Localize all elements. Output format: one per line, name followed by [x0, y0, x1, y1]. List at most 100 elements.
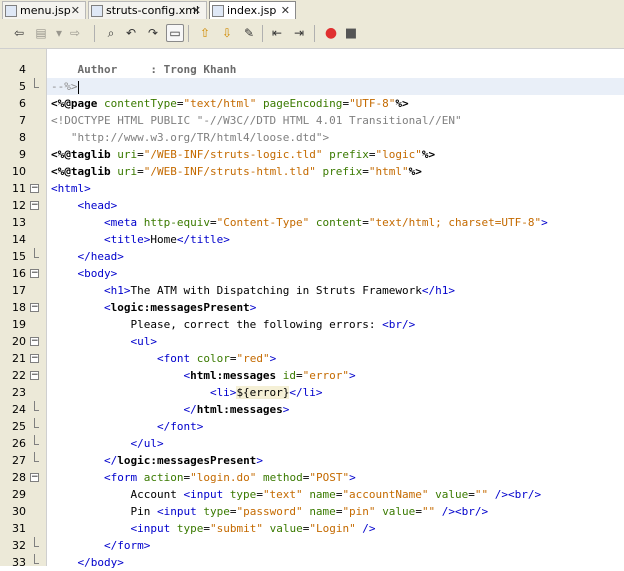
- code-line[interactable]: <%@page contentType="text/html" pageEnco…: [47, 95, 624, 112]
- previous-bookmark-icon[interactable]: ⇤: [268, 24, 286, 42]
- back-icon[interactable]: ⇦: [10, 24, 28, 42]
- fold-toggle-icon[interactable]: −: [30, 184, 39, 193]
- find-next-icon[interactable]: ↷: [144, 24, 162, 42]
- code-token: <%@page: [51, 97, 104, 110]
- line-number: 6: [19, 97, 26, 110]
- code-token: html:messages: [196, 403, 283, 416]
- close-icon[interactable]: ✕: [281, 4, 290, 17]
- code-token: name: [309, 488, 336, 501]
- line-number: 12: [12, 199, 26, 212]
- line-number: 10: [12, 165, 26, 178]
- shift-left-icon[interactable]: ⇧: [196, 24, 214, 42]
- tab-index-jsp[interactable]: index.jsp ✕: [209, 1, 296, 19]
- code-token: =: [137, 148, 144, 161]
- code-line-content: <meta http-equiv="Content-Type" content=…: [47, 216, 548, 229]
- code-line[interactable]: </ul>: [47, 435, 624, 452]
- forward-icon[interactable]: ⇨: [66, 24, 84, 42]
- code-token: =: [203, 522, 210, 535]
- code-line[interactable]: <!DOCTYPE HTML PUBLIC "-//W3C//DTD HTML …: [47, 112, 624, 129]
- code-token: =: [256, 488, 263, 501]
- code-line[interactable]: Please, correct the following errors: <b…: [47, 316, 624, 333]
- comment-icon[interactable]: ✎: [240, 24, 258, 42]
- code-line[interactable]: <font color="red">: [47, 350, 624, 367]
- code-token: <input: [156, 505, 204, 518]
- code-line-content: <head>: [47, 199, 117, 212]
- fold-toggle-icon[interactable]: −: [30, 201, 39, 210]
- code-line[interactable]: <title>Home</title>: [47, 231, 624, 248]
- code-line-content: <logic:messagesPresent>: [47, 301, 256, 314]
- tab-struts-config-xml[interactable]: struts-config.xml ✕: [88, 1, 207, 19]
- code-line[interactable]: <li>${error}</li>: [47, 384, 624, 401]
- code-line[interactable]: <logic:messagesPresent>: [47, 299, 624, 316]
- code-token: Account: [51, 488, 184, 501]
- code-line-content: <title>Home</title>: [47, 233, 230, 246]
- code-line[interactable]: <ul>: [47, 333, 624, 350]
- code-line[interactable]: <%@taglib uri="/WEB-INF/struts-logic.tld…: [47, 146, 624, 163]
- code-line[interactable]: </form>: [47, 537, 624, 554]
- code-token: <%@taglib: [51, 165, 118, 178]
- fold-toggle-icon[interactable]: −: [30, 371, 39, 380]
- next-bookmark-icon[interactable]: ⇥: [290, 24, 308, 42]
- code-editor[interactable]: 4 5 6 7 8 9 10 11−12−13 14 15 16−17 18−19 20−21−22−2…: [0, 49, 624, 569]
- code-token: logic:messagesPresent: [110, 301, 250, 314]
- code-token: prefix: [322, 165, 363, 178]
- find-icon[interactable]: ⌕: [102, 24, 120, 42]
- line-number: 8: [19, 131, 26, 144]
- code-token: >: [269, 352, 277, 365]
- find-prev-icon[interactable]: ↶: [122, 24, 140, 42]
- code-token: </ul>: [51, 437, 164, 450]
- code-line[interactable]: <head>: [47, 197, 624, 214]
- code-line-content: <li>${error}</li>: [47, 386, 323, 399]
- code-token: color: [196, 352, 230, 365]
- code-line[interactable]: <html:messages id="error">: [47, 367, 624, 384]
- fold-toggle-icon[interactable]: −: [30, 473, 39, 482]
- code-token: =: [415, 505, 422, 518]
- fold-toggle-icon[interactable]: −: [30, 269, 39, 278]
- stop-macro-icon[interactable]: ■: [342, 24, 360, 42]
- close-icon[interactable]: ✕: [71, 4, 80, 17]
- line-number: 4: [19, 63, 26, 76]
- toggle-highlight-icon[interactable]: ▭: [166, 24, 184, 42]
- code-line[interactable]: <form action="login.do" method="POST">: [47, 469, 624, 486]
- code-token: </: [51, 454, 118, 467]
- code-line[interactable]: <h1>The ATM with Dispatching in Struts F…: [47, 282, 624, 299]
- code-line[interactable]: --%>: [47, 78, 624, 95]
- code-token: </h1>: [421, 284, 456, 297]
- code-line[interactable]: <input type="submit" value="Login" />: [47, 520, 624, 537]
- line-number: 17: [12, 284, 26, 297]
- code-line[interactable]: Pin <input type="password" name="pin" va…: [47, 503, 624, 520]
- shift-right-icon[interactable]: ⇩: [218, 24, 236, 42]
- code-line[interactable]: Account <input type="text" name="account…: [47, 486, 624, 503]
- history-icon[interactable]: ▤: [32, 24, 50, 42]
- code-line[interactable]: <meta http-equiv="Content-Type" content=…: [47, 214, 624, 231]
- tab-menu-jsp[interactable]: menu.jsp ✕: [2, 1, 86, 19]
- record-macro-icon[interactable]: ●: [322, 24, 340, 42]
- fold-end-marker: [34, 452, 35, 461]
- code-token: </font>: [51, 420, 204, 433]
- code-line[interactable]: <body>: [47, 265, 624, 282]
- code-token: action: [143, 471, 184, 484]
- code-token: "submit": [209, 522, 263, 535]
- code-line[interactable]: Author : Trong Khanh: [47, 61, 624, 78]
- code-token: html:messages: [190, 369, 277, 382]
- code-line[interactable]: <%@taglib uri="/WEB-INF/struts-html.tld"…: [47, 163, 624, 180]
- close-icon[interactable]: ✕: [192, 4, 201, 17]
- code-line[interactable]: </html:messages>: [47, 401, 624, 418]
- code-area[interactable]: Author : Trong Khanh --%> <%@page contentT…: [47, 49, 624, 569]
- code-token: "error": [302, 369, 350, 382]
- jsp-file-icon: [5, 4, 17, 17]
- code-line[interactable]: <html>: [47, 180, 624, 197]
- fold-toggle-icon[interactable]: −: [30, 303, 39, 312]
- code-line[interactable]: </body>: [47, 554, 624, 571]
- code-token: "text/html; charset=UTF-8": [368, 216, 542, 229]
- line-number: 32: [12, 539, 26, 552]
- code-token: logic:messagesPresent: [117, 454, 257, 467]
- code-line[interactable]: </head>: [47, 248, 624, 265]
- code-line[interactable]: </logic:messagesPresent>: [47, 452, 624, 469]
- code-token: "text": [262, 488, 303, 501]
- fold-toggle-icon[interactable]: −: [30, 337, 39, 346]
- code-line[interactable]: "http://www.w3.org/TR/html4/loose.dtd">: [47, 129, 624, 146]
- fold-toggle-icon[interactable]: −: [30, 354, 39, 363]
- code-line[interactable]: </font>: [47, 418, 624, 435]
